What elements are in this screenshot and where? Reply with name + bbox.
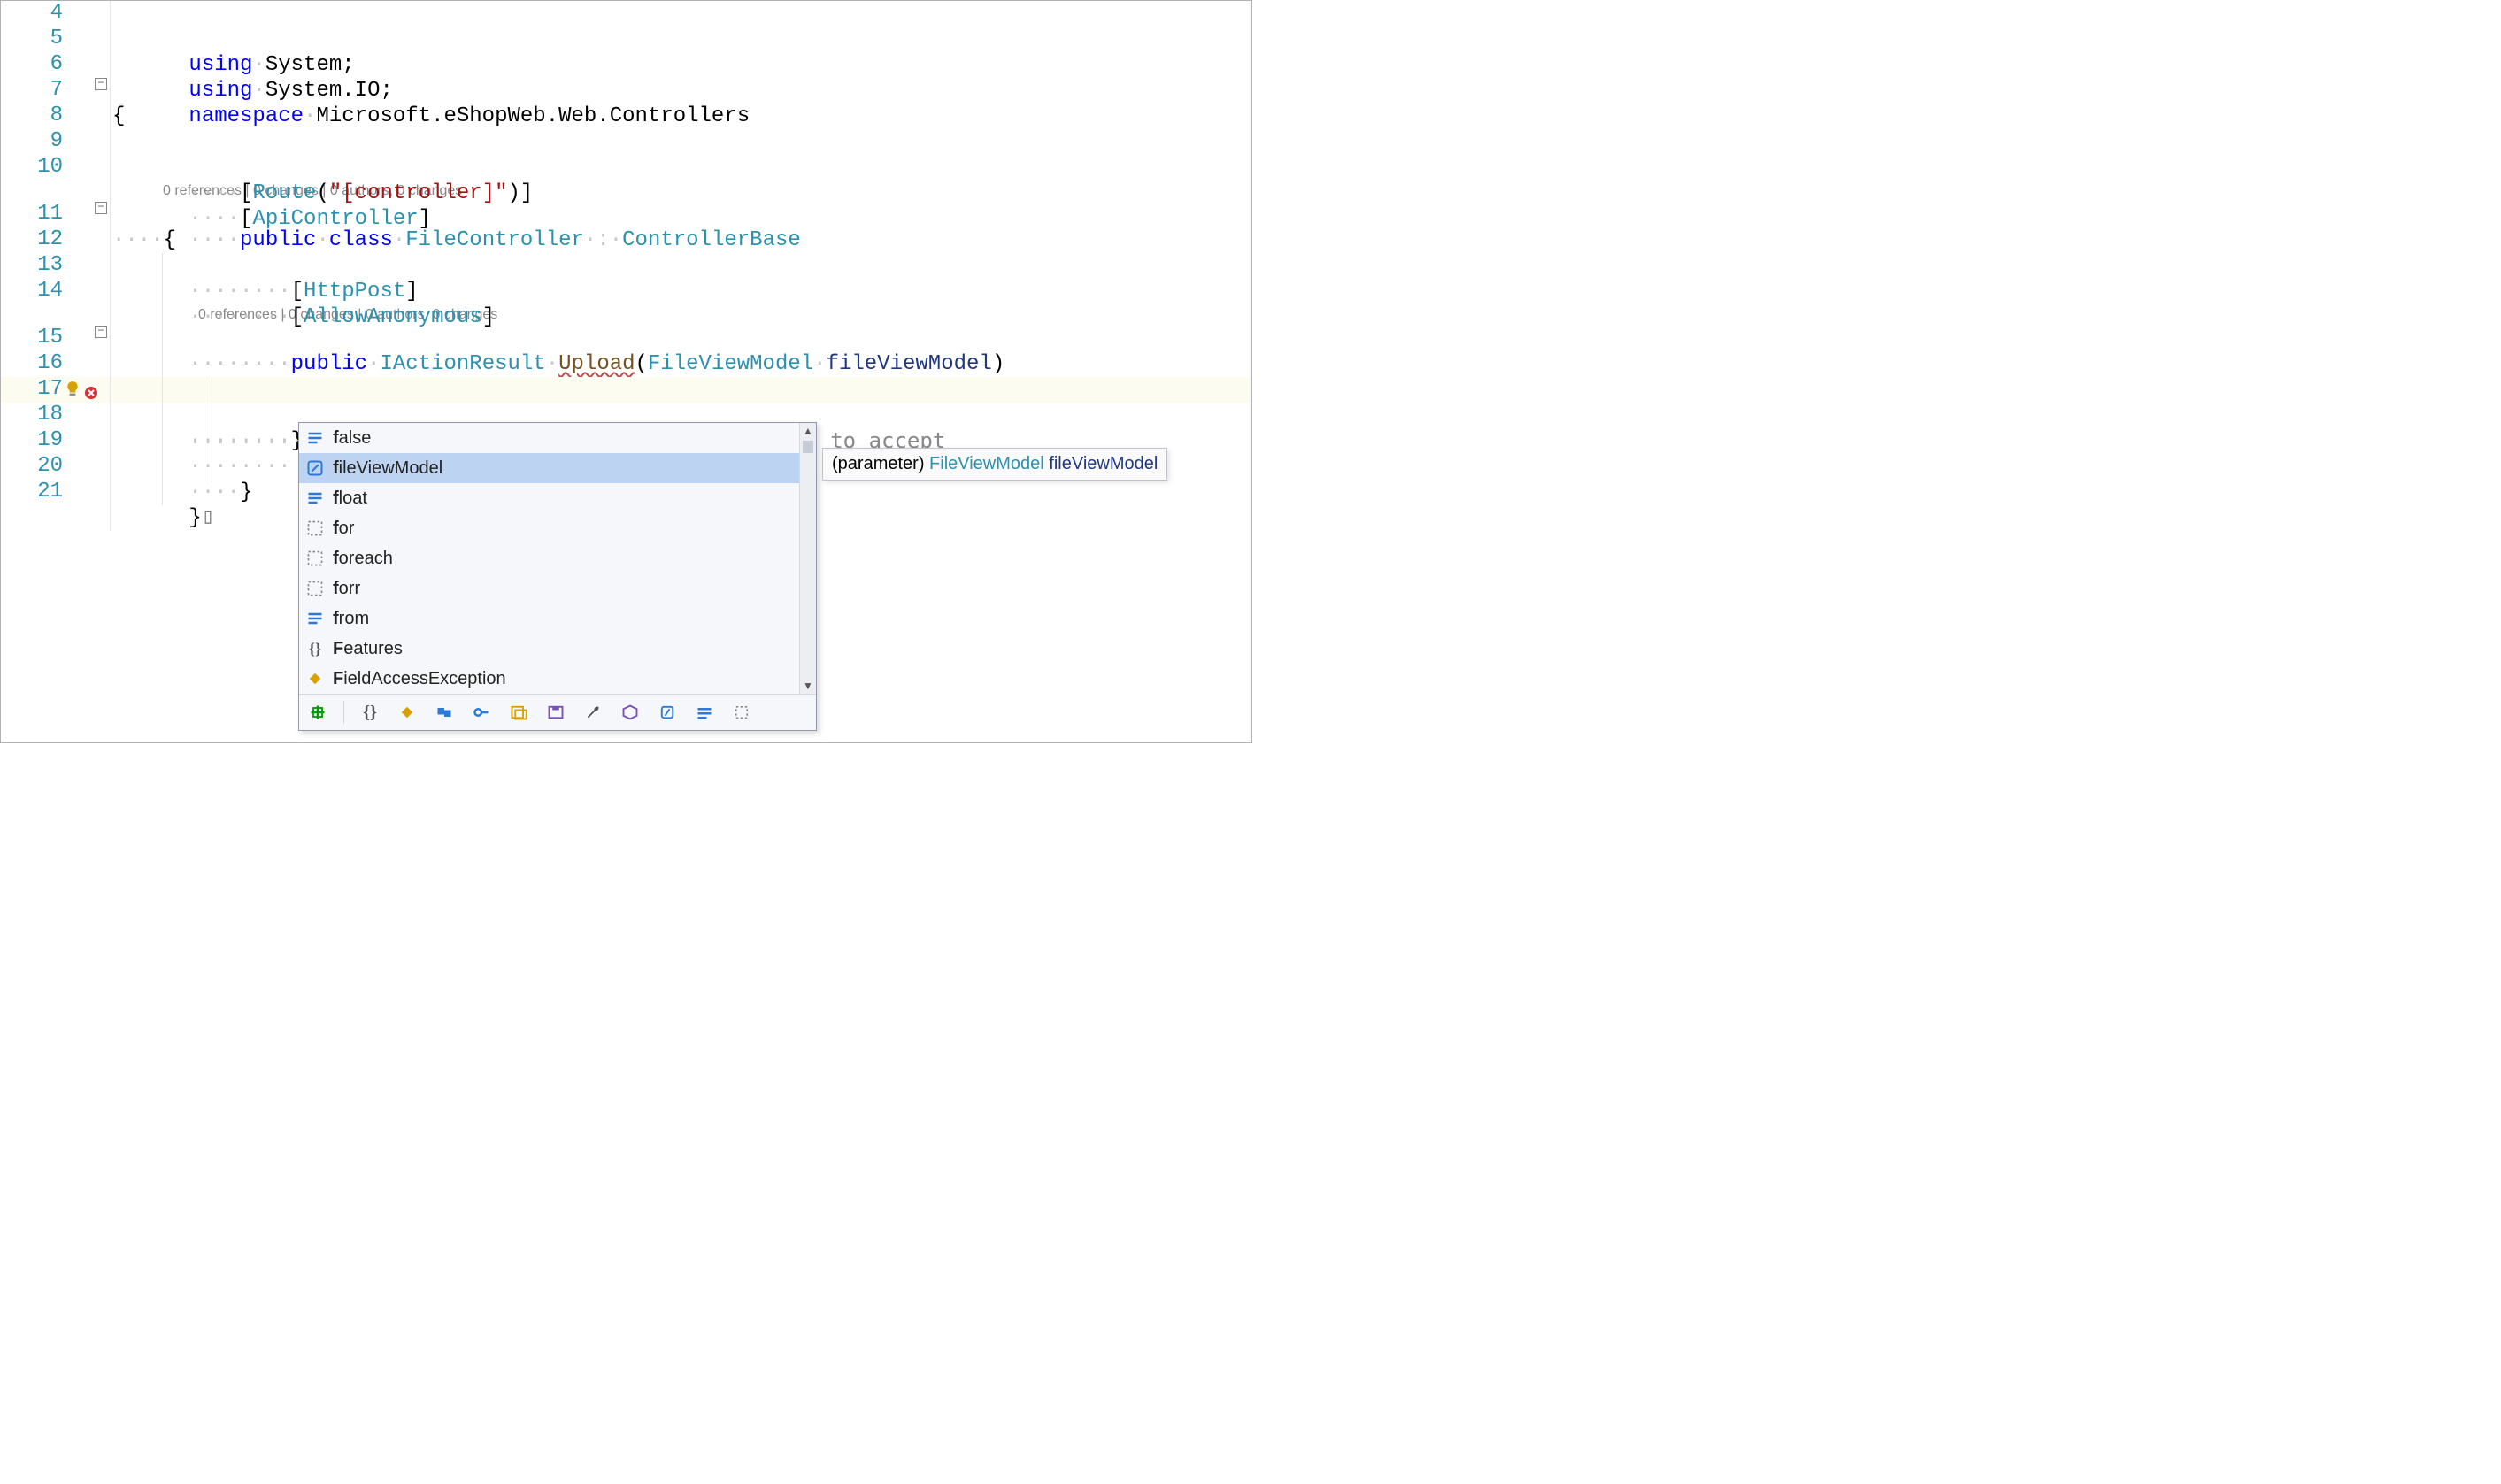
fold-toggle-icon[interactable]: − xyxy=(95,78,107,90)
keyword-icon xyxy=(304,488,326,509)
line-number: 13 xyxy=(1,253,68,277)
line-8[interactable]: 8 { xyxy=(1,104,1251,129)
autocomplete-label: from xyxy=(333,609,369,629)
line-number: 16 xyxy=(1,351,68,375)
autocomplete-toolbar[interactable]: {} xyxy=(299,694,816,730)
line-number: 20 xyxy=(1,454,68,478)
tooltip-kind: (parameter) xyxy=(832,454,929,473)
autocomplete-item[interactable]: forr xyxy=(299,573,816,604)
autocomplete-scrollbar[interactable]: ▲▼ xyxy=(799,423,816,694)
code-editor[interactable]: 4 using·System; 5 using·System.IO; 6 7 −… xyxy=(0,0,1252,743)
autocomplete-list[interactable]: false fileViewModel float for foreach forr fro… xyxy=(299,423,816,694)
line-number: 7 xyxy=(1,78,68,102)
wrench-icon[interactable] xyxy=(581,701,604,724)
brace-open: { xyxy=(164,228,176,252)
line-14[interactable]: 14 ········[AllowAnonymous] xyxy=(1,279,1251,304)
brace-close: } xyxy=(189,506,201,530)
snippet-icon xyxy=(304,548,326,569)
line-number: 12 xyxy=(1,227,68,251)
prop-icon: {} xyxy=(304,638,326,659)
autocomplete-popup[interactable]: false fileViewModel float for foreach forr fro… xyxy=(298,422,817,731)
autocomplete-label: foreach xyxy=(333,549,393,569)
line-number: 19 xyxy=(1,428,68,452)
keyword-icon xyxy=(304,427,326,449)
error-icon xyxy=(84,386,98,400)
fold-margin[interactable]: − xyxy=(93,202,109,214)
keyword-filter-icon[interactable] xyxy=(693,701,716,724)
autocomplete-label: float xyxy=(333,488,367,509)
lightbulb-icon[interactable] xyxy=(65,381,81,396)
snippet-filter-icon[interactable] xyxy=(730,701,753,724)
line-6[interactable]: 6 xyxy=(1,52,1251,78)
autocomplete-item[interactable]: fileViewModel xyxy=(299,453,816,483)
scroll-down-icon[interactable]: ▼ xyxy=(800,678,816,694)
line-16[interactable]: 16 ········{ xyxy=(1,351,1251,377)
toolbar-divider xyxy=(343,701,344,724)
line-number: 11 xyxy=(1,202,68,226)
autocomplete-item[interactable]: foreach xyxy=(299,543,816,573)
autocomplete-item[interactable]: {} Features xyxy=(299,634,816,664)
snippet-icon xyxy=(304,518,326,539)
line-5[interactable]: 5 using·System.IO; xyxy=(1,27,1251,52)
autocomplete-item[interactable]: false xyxy=(299,423,816,453)
line-number: 10 xyxy=(1,155,68,179)
autocomplete-item[interactable]: float xyxy=(299,483,816,513)
param-icon xyxy=(304,458,326,479)
autocomplete-label: false xyxy=(333,428,371,449)
brace-open: { xyxy=(112,104,125,128)
whitespace-dots: ···· xyxy=(112,228,164,252)
line-number: 9 xyxy=(1,129,68,153)
line-17-active[interactable]: 17 ············if·(fileViewModel == null… xyxy=(1,377,1251,403)
line-number: 6 xyxy=(1,52,68,76)
autocomplete-label: FieldAccessException xyxy=(333,669,506,689)
fold-margin[interactable]: − xyxy=(93,326,109,338)
autocomplete-item[interactable]: for xyxy=(299,513,816,543)
scroll-up-icon[interactable]: ▲ xyxy=(800,423,816,439)
autocomplete-label: for xyxy=(333,519,354,539)
fold-toggle-icon[interactable]: − xyxy=(95,326,107,338)
line-number: 8 xyxy=(1,104,68,127)
autocomplete-label: forr xyxy=(333,579,360,599)
line-9[interactable]: 9 ····[Route("[controller]")] xyxy=(1,129,1251,155)
tooltip-name: fileViewModel xyxy=(1049,454,1158,473)
line-13[interactable]: 13 ········[HttpPost] xyxy=(1,253,1251,279)
autocomplete-item[interactable]: from xyxy=(299,604,816,634)
class-filter-icon[interactable] xyxy=(396,701,419,724)
tooltip-type: FileViewModel xyxy=(929,454,1044,473)
line-15[interactable]: 15 − ········public·IActionResult·Upload… xyxy=(1,326,1251,351)
line-number: 5 xyxy=(1,27,68,50)
parameter-tooltip: (parameter) FileViewModel fileViewModel xyxy=(822,448,1167,481)
interface-filter-icon[interactable] xyxy=(470,701,493,724)
braces-icon[interactable]: {} xyxy=(358,701,381,724)
line-10[interactable]: 10 ····[ApiController] xyxy=(1,155,1251,181)
method-filter-icon[interactable] xyxy=(619,701,642,724)
snippet-icon xyxy=(304,578,326,599)
delegate-filter-icon[interactable] xyxy=(544,701,567,724)
scroll-thumb[interactable] xyxy=(803,441,813,453)
enum-filter-icon[interactable] xyxy=(507,701,530,724)
eof-marker: ▯ xyxy=(202,506,214,530)
param-filter-icon[interactable] xyxy=(656,701,679,724)
line-number: 17 xyxy=(1,377,68,401)
line-number: 18 xyxy=(1,403,68,427)
fold-margin[interactable]: − xyxy=(93,78,109,90)
autocomplete-label: fileViewModel xyxy=(333,458,442,479)
line-number: 4 xyxy=(1,1,68,25)
autocomplete-label: Features xyxy=(333,639,403,659)
line-11[interactable]: 11 − ····public·class·FileController·:·C… xyxy=(1,202,1251,227)
autocomplete-item[interactable]: FieldAccessException xyxy=(299,664,816,694)
line-7[interactable]: 7 − namespace·Microsoft.eShopWeb.Web.Con… xyxy=(1,78,1251,104)
keyword-icon xyxy=(304,608,326,629)
line-number: 14 xyxy=(1,279,68,303)
struct-filter-icon[interactable] xyxy=(433,701,456,724)
line-12[interactable]: 12 ····{ xyxy=(1,227,1251,253)
line-4[interactable]: 4 using·System; xyxy=(1,1,1251,27)
target-icon[interactable] xyxy=(306,701,329,724)
class-icon xyxy=(304,668,326,689)
line-number: 15 xyxy=(1,326,68,350)
line-number: 21 xyxy=(1,480,68,504)
fold-toggle-icon[interactable]: − xyxy=(95,202,107,214)
